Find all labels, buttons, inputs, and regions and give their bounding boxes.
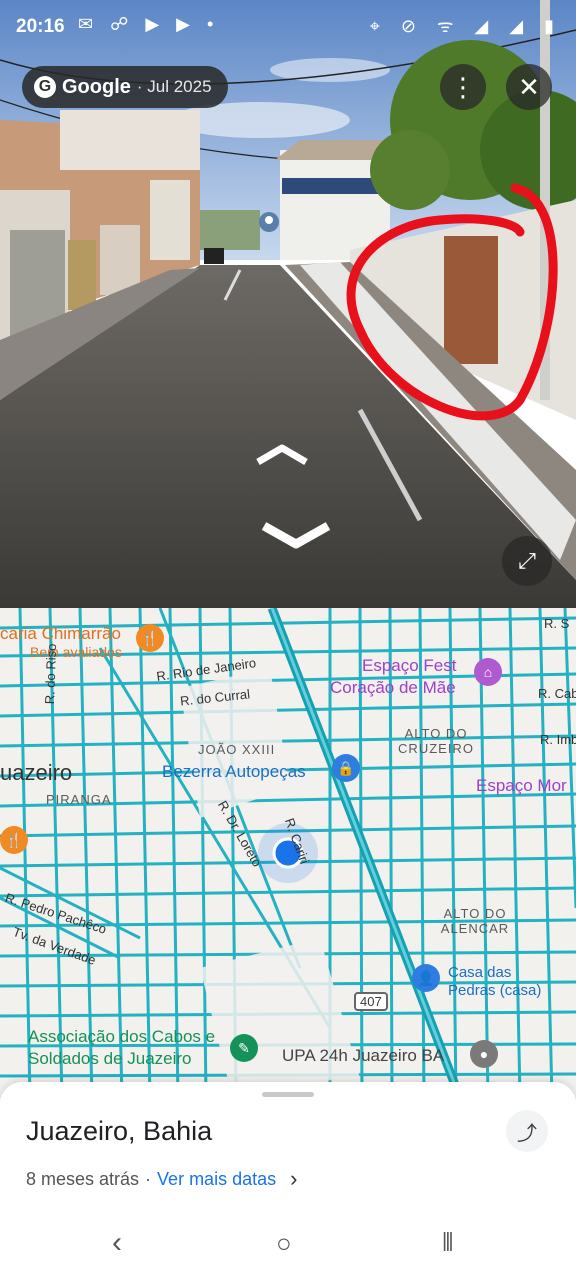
move-forward-arrow[interactable]: [252, 440, 312, 470]
chevron-right-icon[interactable]: ›: [290, 1166, 297, 1192]
map-label: Coração de Mãe: [330, 678, 456, 697]
map-label: UPA 24h Juazeiro BA: [282, 1046, 445, 1065]
home-icon[interactable]: ○: [276, 1228, 292, 1259]
more-vert-icon: ⋮: [450, 71, 476, 102]
route-shield: 407: [354, 992, 388, 1011]
street-label: R. do Riso: [42, 643, 60, 705]
street-view-panel[interactable]: 20:16 ✉ ☍ ▶ ▶ • ⌖ ⊘ ᯤ ◢ ◢ ▮ G Google · J…: [0, 0, 576, 608]
shopping-icon[interactable]: 🔒: [332, 754, 360, 782]
city-label: uazeiro: [0, 760, 73, 785]
hospital-pin-icon[interactable]: ●: [470, 1040, 498, 1068]
google-logo-icon: G: [34, 76, 56, 98]
close-button[interactable]: ✕: [506, 64, 552, 110]
imagery-info-pill[interactable]: G Google · Jul 2025: [22, 66, 228, 108]
drag-handle[interactable]: [262, 1092, 314, 1097]
imagery-date: · Jul 2025: [136, 77, 212, 96]
neighborhood-label: ALTO DO ALENCAR: [440, 906, 510, 936]
more-dates-link[interactable]: Ver mais datas: [157, 1169, 276, 1190]
close-icon: ✕: [518, 71, 540, 102]
association-icon[interactable]: ✎: [230, 1034, 258, 1062]
street-label: R. Cab: [538, 686, 576, 701]
restaurant-icon[interactable]: 🍴: [136, 624, 164, 652]
restaurant-icon[interactable]: 🍴: [0, 826, 28, 854]
recents-icon[interactable]: |||: [442, 1230, 454, 1253]
neighborhood-label: PIRANGA: [46, 792, 112, 807]
map-label: Casa das Pedras (casa): [448, 964, 542, 999]
provider-name: Google: [62, 75, 131, 98]
system-navigation-bar: ‹ ○ |||: [0, 1226, 576, 1266]
fullscreen-button[interactable]: ⤢: [502, 536, 552, 586]
street-label: R. Imb: [540, 732, 576, 747]
expand-icon: ⤢: [518, 548, 536, 573]
time-ago-text: 8 meses atrás: [26, 1168, 140, 1189]
neighborhood-label: JOÃO XXIII: [198, 742, 276, 757]
place-title: Juazeiro, Bahia: [26, 1116, 213, 1146]
more-options-button[interactable]: ⋮: [440, 64, 486, 110]
back-icon[interactable]: ‹: [112, 1226, 122, 1260]
map-label: caria Chimarrão: [0, 624, 121, 643]
map-label: Espaço Fest: [362, 656, 457, 675]
move-backward-arrow[interactable]: [258, 518, 334, 554]
map-label: Bezerra Autopeças: [162, 762, 306, 781]
system-status-icons: ⌖ ⊘ ᯤ ◢ ◢ ▮: [369, 16, 562, 36]
lodging-icon[interactable]: 👤: [412, 964, 440, 992]
map-panel[interactable]: 🍴 🍴 ⌂ 🔒 👤 ✎ ● caria Chimarrão Bem avalia…: [0, 608, 576, 1098]
street-label: R. S: [544, 616, 570, 631]
map-label: Associação dos Cabos e Soldados de Juaze…: [28, 1027, 216, 1068]
separator: ·: [145, 1168, 152, 1189]
share-icon: ⤴: [517, 1122, 537, 1145]
current-location-marker[interactable]: [270, 835, 306, 871]
neighborhood-label: ALTO DO CRUZEIRO: [398, 726, 474, 756]
event-venue-icon[interactable]: ⌂: [474, 658, 502, 686]
status-bar: 20:16 ✉ ☍ ▶ ▶ • ⌖ ⊘ ᯤ ◢ ◢ ▮: [0, 0, 576, 56]
map-label: Espaço Mor: [476, 776, 567, 795]
clock: 20:16: [16, 16, 65, 37]
imagery-date-row: 8 meses atrás · Ver mais datas ›: [26, 1166, 297, 1192]
notification-icons: ✉ ☍ ▶ ▶ •: [78, 14, 220, 34]
share-button[interactable]: ⤴: [506, 1110, 548, 1152]
